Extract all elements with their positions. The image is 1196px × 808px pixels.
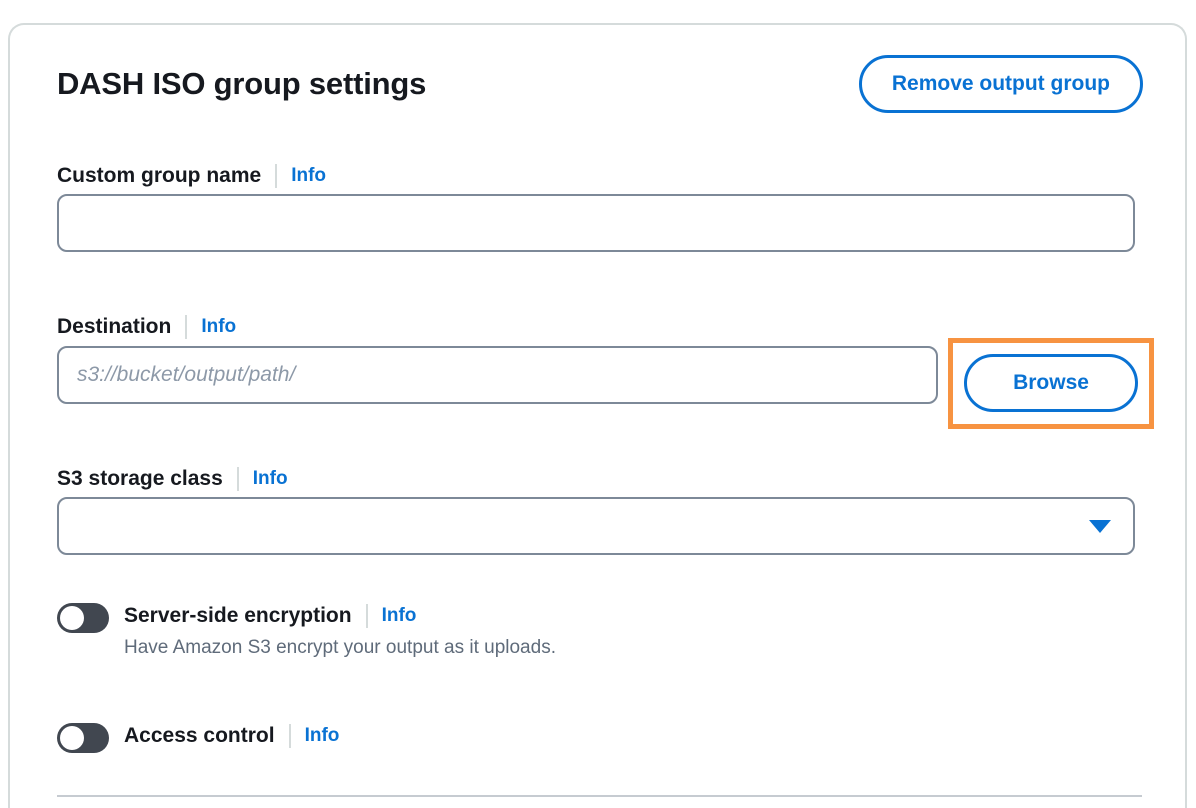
access-control-info-link[interactable]: Info bbox=[305, 725, 340, 747]
dash-iso-settings-card: DASH ISO group settings Remove output gr… bbox=[8, 23, 1187, 808]
access-control-text: Access control Info bbox=[124, 722, 339, 750]
s3-storage-class-select[interactable] bbox=[57, 497, 1135, 555]
label-separator bbox=[185, 315, 187, 339]
access-control-toggle[interactable] bbox=[57, 723, 109, 753]
section-divider bbox=[57, 795, 1142, 797]
destination-label-row: Destination Info bbox=[57, 314, 236, 340]
custom-group-name-input[interactable] bbox=[57, 194, 1135, 252]
card-header: DASH ISO group settings Remove output gr… bbox=[57, 55, 1143, 119]
destination-input[interactable] bbox=[57, 346, 938, 404]
server-side-encryption-description: Have Amazon S3 encrypt your output as it… bbox=[124, 637, 556, 659]
access-control-label: Access control bbox=[124, 724, 275, 748]
toggle-knob bbox=[60, 606, 84, 630]
destination-label: Destination bbox=[57, 315, 171, 339]
server-side-encryption-text: Server-side encryption Info Have Amazon … bbox=[124, 602, 556, 659]
label-separator bbox=[289, 724, 291, 748]
custom-group-name-info-link[interactable]: Info bbox=[291, 165, 326, 187]
s3-storage-class-label-row: S3 storage class Info bbox=[57, 466, 288, 492]
custom-group-name-label: Custom group name bbox=[57, 164, 261, 188]
custom-group-name-label-row: Custom group name Info bbox=[57, 163, 326, 189]
server-side-encryption-label-row: Server-side encryption Info bbox=[124, 602, 556, 630]
label-separator bbox=[366, 604, 368, 628]
server-side-encryption-label: Server-side encryption bbox=[124, 604, 352, 628]
access-control-row: Access control Info bbox=[57, 722, 339, 753]
label-separator bbox=[275, 164, 277, 188]
s3-storage-class-label: S3 storage class bbox=[57, 467, 223, 491]
destination-info-link[interactable]: Info bbox=[201, 316, 236, 338]
server-side-encryption-info-link[interactable]: Info bbox=[382, 605, 417, 627]
s3-storage-class-info-link[interactable]: Info bbox=[253, 468, 288, 490]
page-title: DASH ISO group settings bbox=[57, 66, 426, 102]
chevron-down-icon bbox=[1089, 520, 1111, 533]
browse-button[interactable]: Browse bbox=[964, 354, 1138, 412]
toggle-knob bbox=[60, 726, 84, 750]
access-control-label-row: Access control Info bbox=[124, 722, 339, 750]
remove-output-group-button[interactable]: Remove output group bbox=[859, 55, 1143, 113]
screen-root: DASH ISO group settings Remove output gr… bbox=[0, 0, 1196, 808]
server-side-encryption-row: Server-side encryption Info Have Amazon … bbox=[57, 602, 556, 659]
label-separator bbox=[237, 467, 239, 491]
server-side-encryption-toggle[interactable] bbox=[57, 603, 109, 633]
